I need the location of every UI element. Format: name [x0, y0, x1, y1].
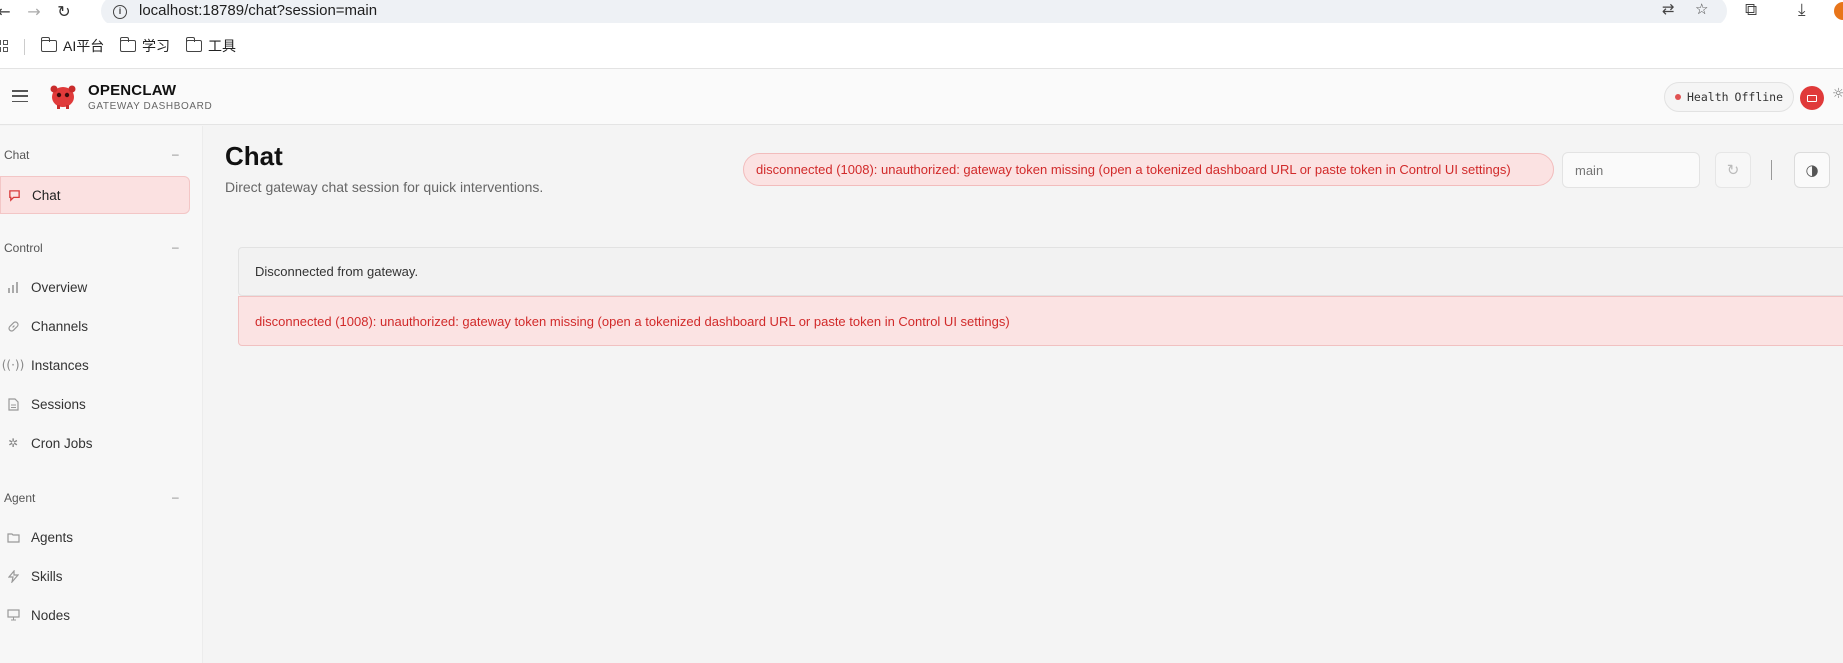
folder-icon	[40, 37, 57, 52]
extensions-icon[interactable]: ⧉	[1745, 0, 1757, 20]
url-text[interactable]: localhost:18789/chat?session=main	[139, 2, 377, 19]
collapse-chat-button[interactable]: –	[172, 147, 179, 161]
section-label-agent: Agent	[4, 491, 36, 505]
sidebar-item-label: Chat	[32, 187, 61, 203]
monitor-mode-button[interactable]	[1800, 86, 1824, 110]
bookmark-label: 学习	[142, 38, 170, 54]
forward-icon[interactable]: →	[24, 1, 44, 21]
file-icon	[6, 397, 20, 411]
bookmark-star-icon[interactable]: ☆	[1695, 0, 1708, 18]
download-icon[interactable]: ⤓	[1798, 0, 1806, 20]
status-dot-icon	[1675, 94, 1681, 100]
radio-icon: ((·))	[1, 358, 25, 372]
sidebar-item-sessions[interactable]: Sessions	[0, 385, 190, 423]
bar-chart-icon	[6, 280, 20, 294]
openclaw-logo	[50, 85, 76, 109]
app-header: OPENCLAW GATEWAY DASHBOARD Health Offlin…	[0, 69, 1843, 125]
browser-toolbar: ← → ↻ i localhost:18789/chat?session=mai…	[0, 0, 1843, 26]
monitor-icon	[1807, 94, 1817, 102]
sidebar-item-label: Channels	[31, 318, 89, 334]
bookmark-tools[interactable]: 工具	[185, 36, 236, 56]
brand-name: OPENCLAW	[88, 82, 177, 99]
toolbar-divider	[1771, 160, 1772, 180]
sun-icon[interactable]: ☼	[1832, 86, 1843, 102]
health-status-badge: Health Offline	[1664, 82, 1795, 112]
sidebar-item-label: Overview	[31, 279, 88, 295]
sidebar-item-skills[interactable]: Skills	[0, 557, 190, 595]
sidebar: Chat – Chat Control – Overview Channels …	[0, 126, 203, 663]
bookmarks-separator	[24, 39, 25, 55]
reload-icon[interactable]: ↻	[54, 1, 74, 21]
site-info-icon[interactable]: i	[113, 5, 127, 19]
page-title: Chat	[225, 141, 283, 171]
sidebar-item-channels[interactable]: Channels	[0, 307, 190, 345]
monitor-icon	[6, 608, 20, 622]
bookmark-study[interactable]: 学习	[119, 36, 170, 56]
translate-icon[interactable]: ⇄	[1662, 0, 1675, 18]
sidebar-item-label: Nodes	[31, 607, 71, 623]
sidebar-item-label: Sessions	[31, 396, 86, 412]
error-callout: disconnected (1008): unauthorized: gatew…	[238, 296, 1843, 346]
thinking-toggle-button[interactable]: ◑	[1794, 152, 1830, 188]
folder-icon	[119, 37, 136, 52]
sidebar-item-cron-jobs[interactable]: ✲ Cron Jobs	[0, 424, 190, 462]
collapse-control-button[interactable]: –	[172, 240, 179, 254]
sidebar-item-agents[interactable]: Agents	[0, 518, 190, 556]
back-icon[interactable]: ←	[0, 1, 14, 21]
sidebar-item-label: Agents	[31, 529, 74, 545]
refresh-icon: ↻	[1726, 161, 1740, 179]
brand-subtitle: GATEWAY DASHBOARD	[88, 101, 213, 112]
brain-icon: ◑	[1805, 161, 1819, 179]
connection-error-badge: disconnected (1008): unauthorized: gatew…	[743, 153, 1554, 186]
apps-grid-icon[interactable]	[0, 40, 8, 52]
disconnected-notice: Disconnected from gateway.	[238, 247, 1843, 296]
section-label-chat: Chat	[4, 148, 30, 162]
sidebar-item-label: Cron Jobs	[31, 435, 93, 451]
bookmark-label: 工具	[208, 38, 236, 54]
folder-icon	[185, 37, 202, 52]
health-status: Offline	[1734, 90, 1784, 104]
bookmarks-bar: AI平台 学习 工具	[0, 23, 1843, 69]
sidebar-item-overview[interactable]: Overview	[0, 268, 190, 306]
sidebar-item-label: Instances	[31, 357, 89, 373]
sidebar-item-label: Skills	[31, 568, 63, 584]
loader-icon: ✲	[7, 436, 19, 450]
sidebar-item-nodes[interactable]: Nodes	[0, 596, 190, 634]
bookmark-label: AI平台	[63, 38, 105, 54]
profile-avatar[interactable]	[1834, 2, 1843, 20]
folder-icon	[6, 530, 20, 544]
page-subtitle: Direct gateway chat session for quick in…	[225, 179, 544, 195]
session-key-input[interactable]	[1562, 152, 1700, 188]
menu-toggle-icon[interactable]	[12, 90, 28, 102]
bookmark-ai-platform[interactable]: AI平台	[40, 36, 105, 56]
sidebar-item-instances[interactable]: ((·)) Instances	[0, 346, 190, 384]
link-icon	[6, 319, 20, 333]
message-icon	[7, 188, 21, 202]
health-label: Health	[1687, 90, 1729, 104]
sidebar-item-chat[interactable]: Chat	[0, 176, 190, 214]
zap-icon	[6, 569, 20, 583]
collapse-agent-button[interactable]: –	[172, 490, 179, 504]
section-label-control: Control	[4, 241, 43, 255]
refresh-button[interactable]: ↻	[1715, 152, 1751, 188]
